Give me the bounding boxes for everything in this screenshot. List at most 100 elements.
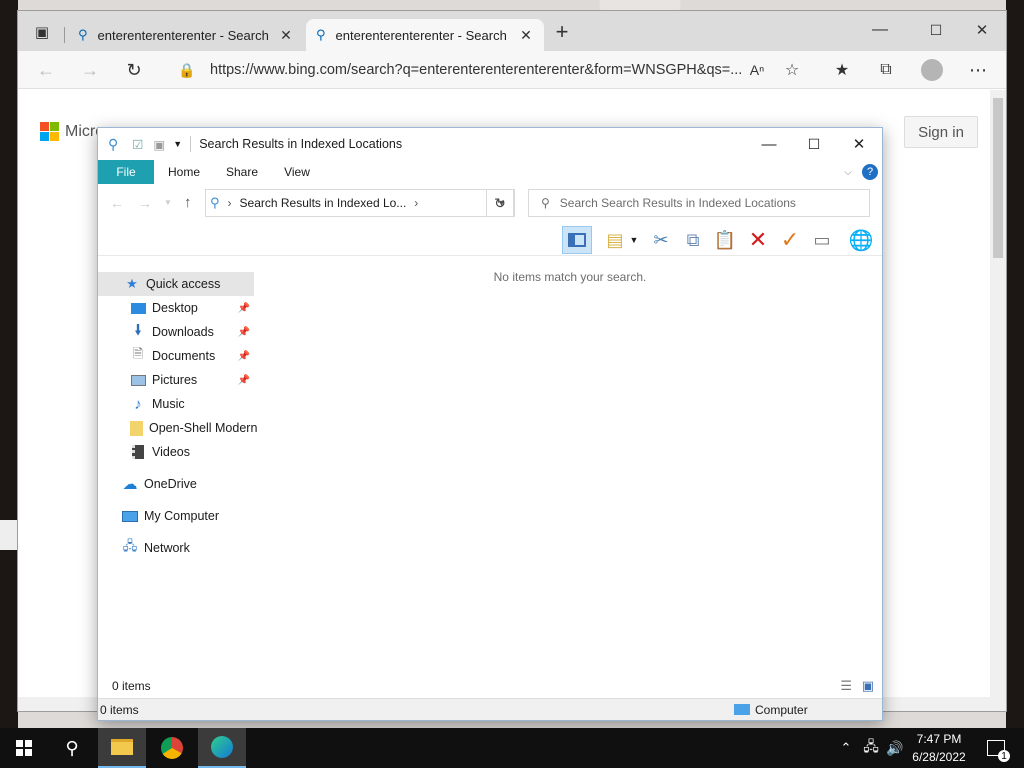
details-view-icon[interactable]: ☰ (840, 678, 852, 694)
taskbar-edge[interactable] (198, 728, 246, 768)
recent-dropdown-icon[interactable]: ▼ (164, 198, 172, 207)
nav-quick-access[interactable]: ★ Quick access (98, 272, 254, 296)
nav-desktop[interactable]: Desktop 📌 (98, 296, 254, 320)
new-tab-button[interactable]: + (548, 19, 576, 45)
tab-2-title: enterenterenterenter - Search (335, 27, 507, 43)
profile-icon[interactable] (918, 57, 946, 83)
computer-icon (122, 508, 138, 524)
desktop-icon (130, 300, 146, 316)
nav-documents[interactable]: 🗎 Documents 📌 (98, 344, 254, 368)
new-folder-icon[interactable]: ▣ (153, 137, 165, 152)
bottom-item-count: 0 items (100, 702, 139, 717)
help-icon[interactable]: ? (860, 160, 880, 184)
nav-pictures[interactable]: Pictures 📌 (98, 368, 254, 392)
tab-2-active[interactable]: ⚲ enterenterenterenter - Search ✕ (306, 19, 544, 51)
sign-in-button[interactable]: Sign in (904, 116, 978, 148)
ribbon-expand-icon[interactable]: ⌵ (838, 160, 858, 184)
pin-icon[interactable]: 📌 (238, 327, 250, 338)
taskbar-chrome[interactable] (148, 728, 196, 768)
qat-dropdown-icon[interactable]: ▼ (173, 139, 182, 149)
globe-icon[interactable]: 🌐 (846, 226, 876, 254)
close-tab-icon[interactable]: ✕ (518, 27, 534, 44)
network-icon[interactable]: 🖧 (860, 728, 882, 768)
tab-view[interactable]: View (274, 160, 320, 184)
lock-icon[interactable]: 🔒 (173, 57, 201, 83)
search-icon: ⚲ (541, 196, 550, 210)
start-button[interactable] (0, 728, 48, 768)
nav-open-shell-modern[interactable]: Open-Shell Modern (98, 416, 257, 440)
file-list-area[interactable]: No items match your search. (258, 258, 882, 678)
cloud-icon: ☁ (122, 476, 138, 493)
address-toolbar: ← → ↻ 🔒 https://www.bing.com/search?q=en… (18, 51, 1006, 89)
navigation-pane: ★ Quick access Desktop 📌 🠛 Downloads 📌 🗎… (98, 268, 258, 668)
properties-icon[interactable]: ☑ (132, 137, 143, 152)
search-button[interactable]: ⚲ (48, 728, 96, 768)
notifications-button[interactable]: 1 (976, 728, 1016, 768)
pin-icon[interactable]: 📌 (238, 303, 250, 314)
search-icon: ⚲ (65, 737, 79, 758)
preview-pane-icon[interactable] (562, 226, 592, 254)
refresh-icon[interactable]: ↻ (120, 57, 148, 83)
read-aloud-icon[interactable]: Aⁿ (743, 57, 771, 83)
explorer-close-button[interactable]: ✕ (836, 128, 882, 160)
tab-1[interactable]: ⚲ enterenterenterenter - Search ✕ (68, 19, 304, 51)
properties-check-icon[interactable]: ✓ (775, 226, 805, 254)
window-title: Search Results in Indexed Locations (199, 137, 403, 151)
forward-icon[interactable]: → (76, 57, 104, 83)
add-favorite-icon[interactable]: ☆ (778, 57, 806, 83)
refresh-button[interactable]: ↻ (486, 189, 514, 217)
show-hidden-icons-icon[interactable]: ⌃ (836, 728, 856, 768)
location-indicator: Computer (734, 703, 808, 717)
search-icon: ⚲ (316, 27, 326, 42)
large-icons-view-icon[interactable]: ▣ (862, 678, 874, 694)
explorer-title-bar: ⚲ ☑ ▣ ▼ Search Results in Indexed Locati… (98, 128, 882, 160)
nav-network[interactable]: 🖧 Network (98, 536, 254, 560)
favorites-icon[interactable]: ★ (828, 57, 856, 83)
tab-share[interactable]: Share (218, 160, 266, 184)
nav-downloads[interactable]: 🠛 Downloads 📌 (98, 320, 254, 344)
settings-more-icon[interactable]: ⋯ (964, 57, 992, 83)
pin-icon[interactable]: 📌 (238, 351, 250, 362)
nav-videos[interactable]: Videos (98, 440, 254, 464)
vertical-scrollbar[interactable] (990, 90, 1006, 697)
nav-music[interactable]: ♪ Music (98, 392, 254, 416)
star-icon: ★ (126, 276, 138, 291)
pin-icon[interactable]: 📌 (238, 375, 250, 386)
time: 7:47 PM (916, 732, 962, 746)
breadcrumb[interactable]: ⚲ › Search Results in Indexed Lo... › ▼ (205, 189, 515, 217)
nav-my-computer[interactable]: My Computer (98, 504, 254, 528)
volume-icon[interactable]: 🔊 (884, 728, 906, 768)
forward-icon[interactable]: → (138, 195, 152, 211)
explorer-maximize-button[interactable]: ☐ (791, 128, 837, 160)
folder-icon (111, 739, 133, 755)
tab-file[interactable]: File (98, 160, 154, 184)
delete-icon[interactable]: ✕ (743, 226, 773, 254)
address-bar[interactable]: https://www.bing.com/search?q=enterenter… (210, 56, 810, 84)
clock[interactable]: 7:47 PM 6/28/2022 (906, 730, 972, 766)
back-icon[interactable]: ← (32, 57, 60, 83)
maximize-button[interactable]: ☐ (922, 17, 950, 43)
computer-icon (734, 704, 750, 715)
explorer-minimize-button[interactable]: — (746, 128, 792, 160)
tab-actions-icon[interactable]: ▣ (28, 19, 56, 45)
rename-icon[interactable]: ▭ (807, 226, 837, 254)
close-window-button[interactable]: ✕ (968, 17, 996, 43)
edge-icon (211, 736, 233, 758)
collections-icon[interactable]: ⧉ (872, 57, 900, 83)
organize-dropdown-icon[interactable]: ▼ (626, 226, 642, 254)
minimize-button[interactable]: — (866, 17, 894, 43)
paste-icon[interactable]: 📋 (710, 226, 740, 254)
back-icon[interactable]: ← (110, 195, 124, 211)
close-tab-icon[interactable]: ✕ (278, 27, 294, 44)
notification-icon: 1 (987, 740, 1010, 762)
tab-home[interactable]: Home (160, 160, 208, 184)
date: 6/28/2022 (912, 750, 966, 764)
nav-onedrive[interactable]: ☁ OneDrive (98, 472, 254, 496)
taskbar-file-explorer[interactable] (98, 728, 146, 768)
copy-icon[interactable]: ⧉ (678, 226, 708, 254)
cut-icon[interactable]: ✂ (646, 226, 676, 254)
explorer-toolbar: ▤ ▼ ✂ ⧉ 📋 ✕ ✓ ▭ 🌐 (98, 224, 882, 256)
empty-results-message: No items match your search. (493, 270, 647, 284)
up-icon[interactable]: ↑ (184, 194, 192, 211)
search-input[interactable]: ⚲ Search Search Results in Indexed Locat… (528, 189, 870, 217)
